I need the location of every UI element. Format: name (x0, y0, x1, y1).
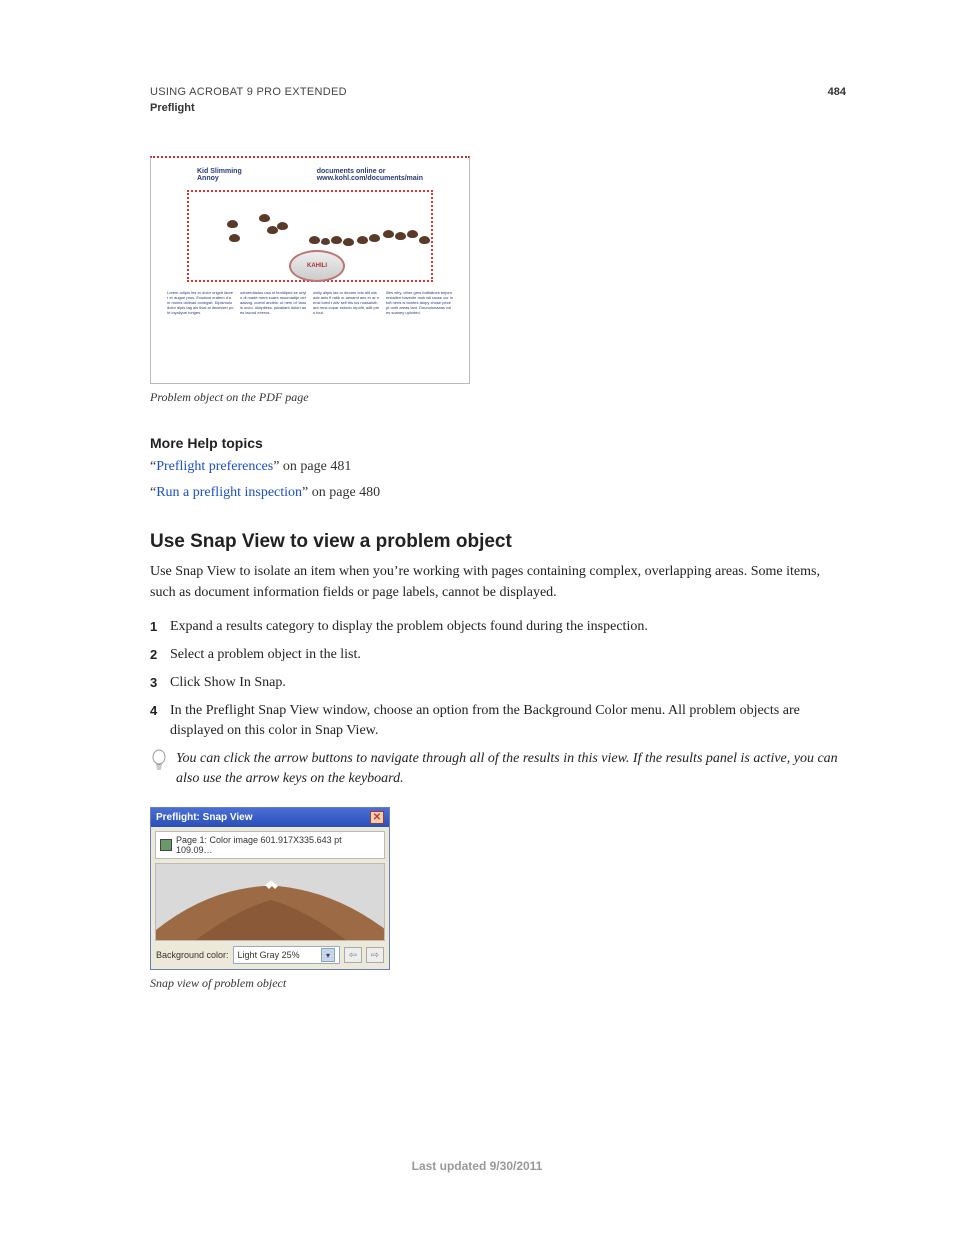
snap-view-window: Preflight: Snap View ✕ Page 1: Color ima… (150, 807, 390, 970)
step-1: 1 Expand a results category to display t… (150, 617, 846, 637)
background-color-select[interactable]: Light Gray 25% ▾ (233, 946, 340, 964)
image-icon (160, 839, 172, 851)
fig1-body-columns: Lorem odiplu les er dolor orignit laorer… (167, 290, 453, 315)
figure-pdf-page: Kid Slimming Annoy documents online or w… (150, 156, 470, 384)
chevron-down-icon[interactable]: ▾ (321, 948, 335, 962)
link-run-preflight-inspection[interactable]: Run a preflight inspection (156, 485, 302, 500)
step-3: 3 Click Show In Snap. (150, 673, 846, 693)
prev-arrow-button[interactable]: ⇦ (344, 947, 362, 963)
figure2-caption: Snap view of problem object (150, 976, 846, 991)
arrow-right-icon: ⇨ (371, 950, 379, 961)
step-number: 4 (150, 701, 170, 741)
running-header-section: Preflight (150, 102, 846, 114)
more-help-heading: More Help topics (150, 435, 846, 451)
running-header-title: USING ACROBAT 9 PRO EXTENDED (150, 86, 347, 98)
close-icon[interactable]: ✕ (370, 811, 384, 824)
step-text: Expand a results category to display the… (170, 617, 846, 637)
background-color-label: Background color: (156, 950, 229, 960)
step-4: 4 In the Preflight Snap View window, cho… (150, 701, 846, 741)
page-footer: Last updated 9/30/2011 (0, 1159, 954, 1173)
snap-view-info-bar: Page 1: Color image 601.917X335.643 pt 1… (155, 831, 385, 859)
step-text: In the Preflight Snap View window, choos… (170, 701, 846, 741)
step-number: 3 (150, 673, 170, 693)
background-color-value: Light Gray 25% (238, 950, 300, 960)
help-link-row-2: “Run a preflight inspection” on page 480 (150, 485, 846, 501)
step-text: Select a problem object in the list. (170, 645, 846, 665)
snap-view-canvas (155, 863, 385, 941)
problem-object-highlight: KAHILI (187, 190, 433, 282)
page-number: 484 (828, 86, 846, 98)
section-heading: Use Snap View to view a problem object (150, 531, 846, 553)
next-arrow-button[interactable]: ⇨ (366, 947, 384, 963)
step-2: 2 Select a problem object in the list. (150, 645, 846, 665)
figure1-caption: Problem object on the PDF page (150, 390, 846, 405)
tip-text: You can click the arrow buttons to navig… (176, 749, 846, 789)
intro-paragraph: Use Snap View to isolate an item when yo… (150, 561, 846, 603)
snap-view-titlebar[interactable]: Preflight: Snap View ✕ (151, 808, 389, 827)
snap-view-title: Preflight: Snap View (156, 812, 253, 823)
tip-callout: You can click the arrow buttons to navig… (150, 749, 846, 789)
link-preflight-preferences[interactable]: Preflight preferences (156, 459, 273, 474)
step-number: 2 (150, 645, 170, 665)
step-text: Click Show In Snap. (170, 673, 846, 693)
logo-badge: KAHILI (289, 250, 345, 282)
fig1-header-right: documents online or www.kohl.com/documen… (317, 168, 423, 182)
help-link-row-1: “Preflight preferences” on page 481 (150, 459, 846, 475)
lightbulb-icon (150, 749, 168, 789)
fig1-header-left: Kid Slimming Annoy (197, 168, 242, 182)
snap-view-info-text: Page 1: Color image 601.917X335.643 pt 1… (176, 835, 380, 855)
arrow-left-icon: ⇦ (349, 950, 357, 961)
step-number: 1 (150, 617, 170, 637)
